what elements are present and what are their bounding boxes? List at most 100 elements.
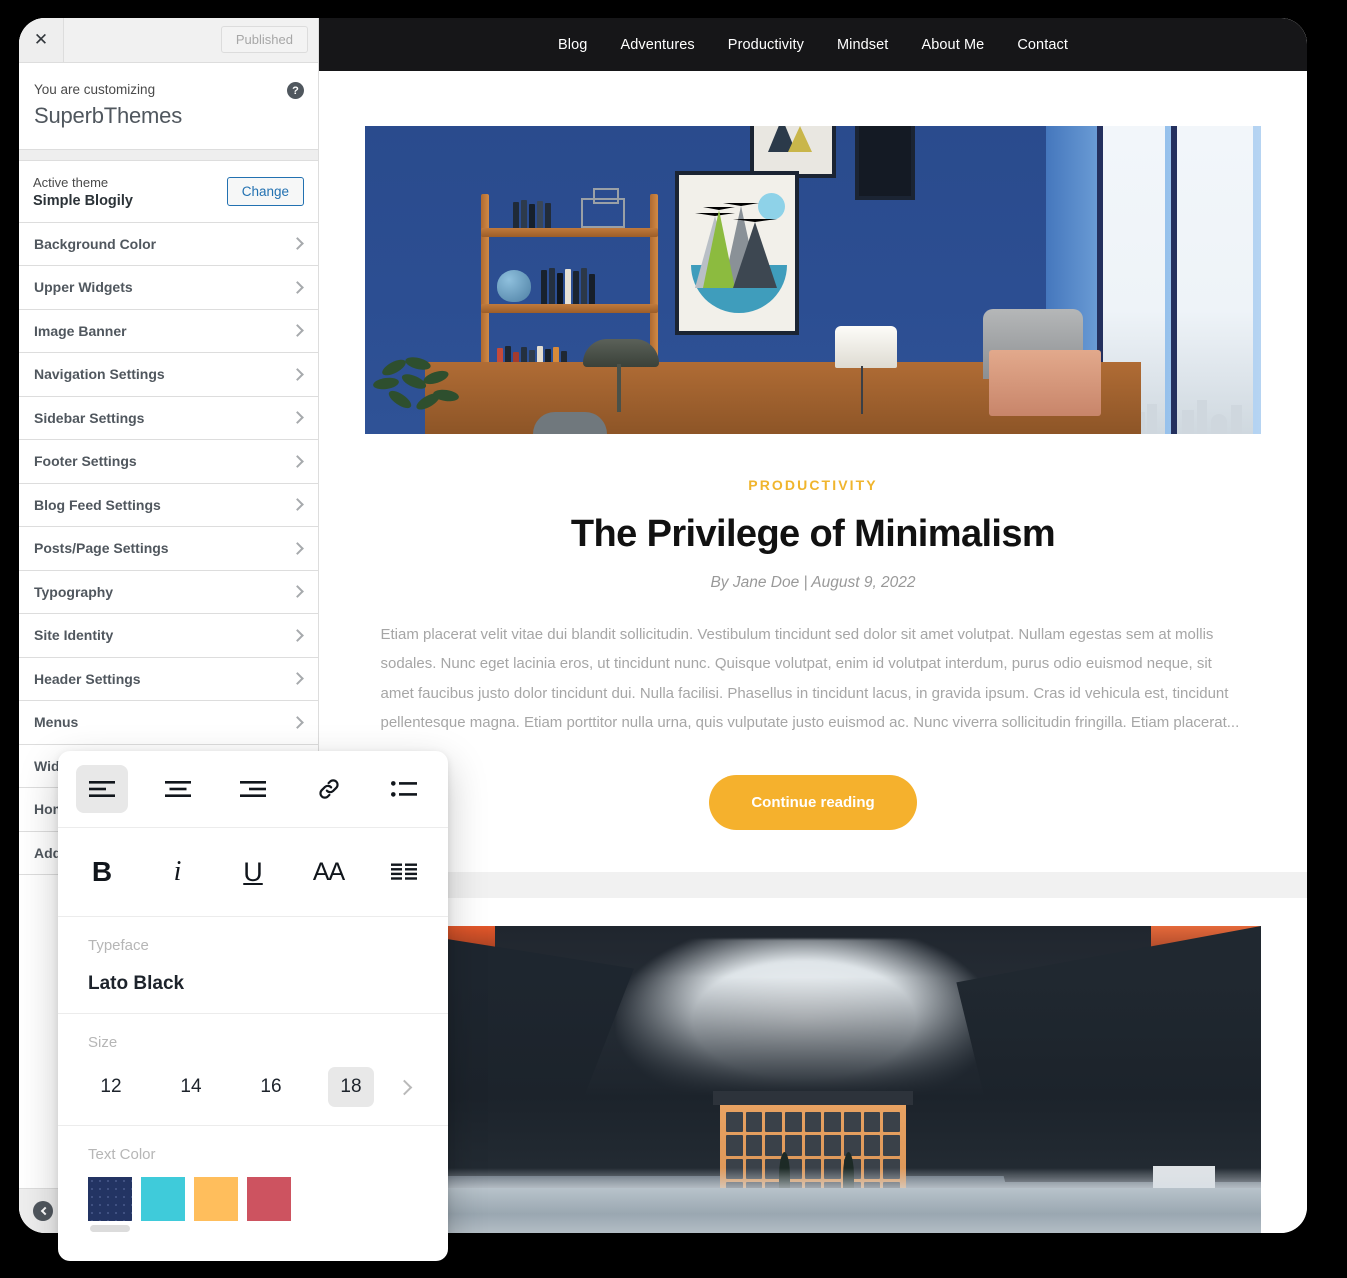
underline-icon[interactable]: U [227,848,279,896]
panel-item-upper-widgets[interactable]: Upper Widgets [19,266,318,310]
panel-label: Header Settings [34,670,141,687]
change-theme-button[interactable]: Change [226,176,304,206]
hotel-roof [713,1091,913,1105]
text-color-swatches [88,1177,418,1232]
bold-glyph: B [91,856,113,887]
post-1-title[interactable]: The Privilege of Minimalism [365,513,1261,556]
align-right-icon[interactable] [227,765,279,813]
panel-label: Navigation Settings [34,366,165,383]
italic-icon[interactable]: i [152,848,204,896]
size-option-12[interactable]: 12 [88,1067,134,1107]
align-center-icon[interactable] [152,765,204,813]
site-preview: Blog Adventures Productivity Mindset Abo… [319,18,1307,1233]
customizer-topbar: ✕ Published [19,18,318,63]
post-2-featured-image[interactable] [365,926,1261,1233]
chevron-right-icon [291,281,304,294]
active-theme-name: Simple Blogily [33,192,133,209]
line-height-icon[interactable] [378,848,430,896]
stool [533,412,607,434]
panel-item-header-settings[interactable]: Header Settings [19,658,318,702]
chevron-right-icon[interactable] [396,1079,413,1095]
size-options: 12 14 16 18 [88,1067,418,1107]
panel-item-typography[interactable]: Typography [19,571,318,615]
collapse-arrow-icon [33,1201,53,1221]
close-icon[interactable]: ✕ [19,18,64,62]
color-swatch-red[interactable] [247,1177,291,1221]
panel-label: Posts/Page Settings [34,540,169,557]
window-mullion-2 [1171,126,1177,434]
font-size-glyph: AA [312,857,345,886]
table-lamp [835,326,897,368]
color-swatch-amber[interactable] [194,1177,238,1221]
active-theme-info: Active theme Simple Blogily [33,174,133,209]
bullet-list-icon[interactable] [378,765,430,813]
active-theme-row: Active theme Simple Blogily Change [19,159,318,223]
panel-item-site-identity[interactable]: Site Identity [19,614,318,658]
help-icon[interactable]: ? [287,82,304,99]
active-theme-label: Active theme [33,174,109,190]
post-card-1: PRODUCTIVITY The Privilege of Minimalism… [319,126,1307,872]
chevron-right-icon [291,542,304,555]
size-option-16[interactable]: 16 [248,1067,294,1107]
typeface-value[interactable]: Lato Black [88,973,418,995]
art-sun-shape [758,193,785,220]
panel-item-background-color[interactable]: Background Color [19,223,318,267]
italic-glyph: i [173,856,182,887]
nav-item-about-me[interactable]: About Me [921,37,984,53]
typography-toolbar-alignment [58,751,448,828]
post-1-category[interactable]: PRODUCTIVITY [365,477,1261,493]
panel-label: Typography [34,583,114,600]
typeface-label: Typeface [88,937,149,954]
text-color-section: Text Color [58,1126,448,1251]
panel-label: Footer Settings [34,453,137,470]
font-size-icon[interactable]: AA [303,848,355,896]
size-option-18[interactable]: 18 [328,1067,374,1107]
panel-item-navigation-settings[interactable]: Navigation Settings [19,353,318,397]
typography-toolbar-format: B i U AA [58,828,448,917]
chevron-right-icon [291,585,304,599]
nav-item-mindset[interactable]: Mindset [837,37,888,53]
site-name: SuperbThemes [34,102,183,128]
wall-art-1 [675,171,799,335]
panel-item-sidebar-settings[interactable]: Sidebar Settings [19,397,318,441]
post-1-featured-image[interactable] [365,126,1261,434]
nav-item-productivity[interactable]: Productivity [728,37,804,53]
chevron-right-icon [291,368,304,381]
align-left-icon[interactable] [76,765,128,813]
panel-item-posts-page-settings[interactable]: Posts/Page Settings [19,527,318,571]
color-swatch-cyan[interactable] [141,1177,185,1221]
nav-item-blog[interactable]: Blog [558,37,587,53]
size-section: Size 12 14 16 18 [58,1014,448,1126]
nav-item-adventures[interactable]: Adventures [620,37,694,53]
post-1-meta: By Jane Doe | August 9, 2022 [710,574,916,591]
panel-label: Site Identity [34,627,114,644]
panel-label: Menus [34,714,79,731]
panel-item-menus[interactable]: Menus [19,701,318,745]
panel-item-image-banner[interactable]: Image Banner [19,310,318,354]
desk-lamp [583,339,659,367]
continue-reading-button[interactable]: Continue reading [709,775,917,830]
post-1-button-wrap: Continue reading [365,775,1261,872]
wall-art-3 [855,126,915,200]
table-lamp-stem [861,366,863,414]
color-swatch-navy[interactable] [88,1177,132,1232]
size-label: Size [88,1034,118,1051]
size-option-14[interactable]: 14 [168,1067,214,1107]
link-icon[interactable] [303,765,355,813]
panel-label: Background Color [34,235,157,252]
panel-item-footer-settings[interactable]: Footer Settings [19,440,318,484]
chevron-right-icon [291,455,304,468]
decorative-vase [497,270,531,302]
chevron-right-icon [291,237,304,251]
publish-button[interactable]: Published [220,26,308,53]
site-navigation: Blog Adventures Productivity Mindset Abo… [319,18,1307,71]
window-pane-right [1177,126,1253,434]
bold-icon[interactable]: B [76,848,128,896]
underline-glyph: U [243,856,263,887]
chevron-right-icon [291,716,304,729]
chevron-right-icon [291,324,304,338]
panel-item-blog-feed-settings[interactable]: Blog Feed Settings [19,484,318,528]
panel-spacer [19,149,318,160]
nav-item-contact[interactable]: Contact [1017,37,1068,53]
panel-label: Sidebar Settings [34,409,145,426]
